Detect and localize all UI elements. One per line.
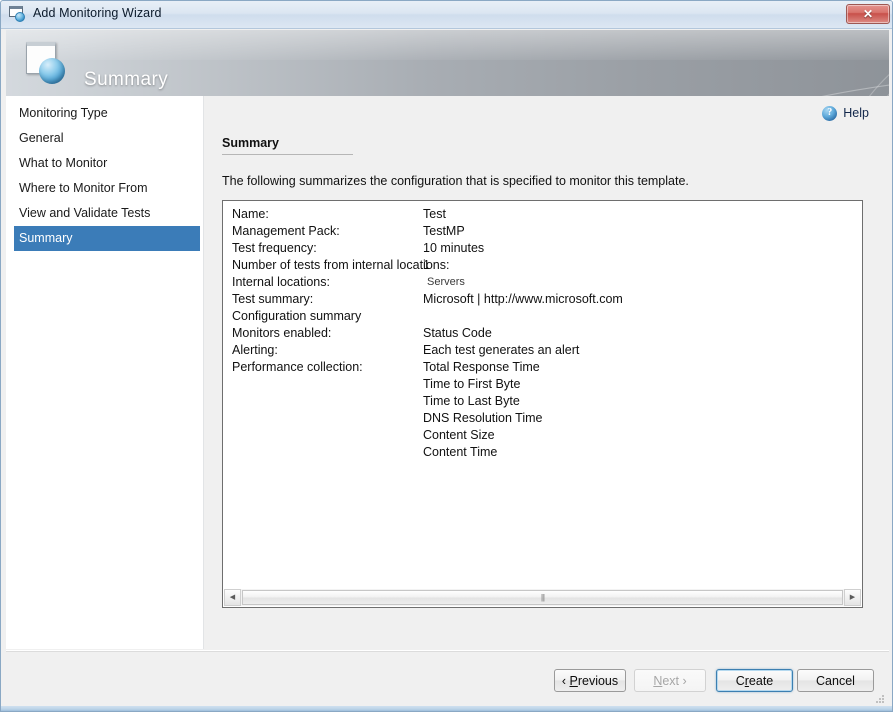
summary-row-value: Content Time (423, 445, 498, 459)
scrollbar-thumb[interactable]: ||| (242, 590, 843, 605)
next-button-label: Next › (653, 673, 687, 688)
help-icon: ? (822, 105, 838, 121)
summary-row-value: TestMP (423, 224, 465, 238)
summary-row-label: Alerting: (232, 343, 278, 357)
summary-row: DNS Resolution Time (223, 410, 862, 427)
summary-row-value: Time to Last Byte (423, 394, 520, 408)
help-link[interactable]: ? Help (822, 104, 869, 122)
summary-row: Internal locations: Servers (223, 274, 862, 291)
page-title: Summary (84, 69, 169, 90)
scrollbar-track[interactable]: ||| (241, 589, 844, 606)
summary-row-value: Servers (427, 276, 465, 288)
window-globe-icon (9, 6, 27, 23)
horizontal-scrollbar[interactable]: ◀ ||| ▶ (224, 589, 861, 606)
summary-row-list: Name: Test Management Pack: TestMP Test freq… (223, 206, 862, 461)
sidebar-item-label: Monitoring Type (19, 106, 108, 120)
grip-icon: ||| (540, 592, 545, 602)
summary-row-value: DNS Resolution Time (423, 411, 543, 425)
summary-row: Name: Test (223, 206, 862, 223)
scroll-left-button[interactable]: ◀ (224, 589, 241, 606)
sidebar-item-label: Where to Monitor From (19, 181, 148, 195)
sidebar-item-general[interactable]: General (14, 126, 198, 151)
help-label: Help (843, 106, 869, 120)
previous-button[interactable]: ‹ Previous (554, 669, 626, 692)
section-heading: Summary (222, 136, 279, 150)
window-bottom-edge (1, 706, 892, 711)
summary-row-value: Each test generates an alert (423, 343, 580, 357)
sidebar-item-summary[interactable]: Summary (14, 226, 200, 251)
wizard-footer: ‹ Previous Next › Create Cancel (6, 650, 889, 708)
summary-row: Monitors enabled: Status Code (223, 325, 862, 342)
intro-text: The following summarizes the configurati… (222, 174, 689, 188)
summary-row-label: Management Pack: (232, 224, 340, 238)
cancel-button-label: Cancel (816, 673, 855, 688)
chevron-right-icon: ▶ (849, 594, 856, 601)
summary-row-value: Content Size (423, 428, 495, 442)
summary-row-label: Configuration summary (232, 309, 362, 323)
previous-button-label: ‹ Previous (561, 673, 619, 688)
summary-row: Time to First Byte (223, 376, 862, 393)
close-button[interactable]: ✕ (846, 4, 890, 24)
summary-row: Content Size (223, 427, 862, 444)
next-button[interactable]: Next › (634, 669, 706, 692)
summary-row-value: 10 minutes (423, 241, 485, 255)
sidebar-item-label: General (19, 131, 64, 145)
summary-row: Time to Last Byte (223, 393, 862, 410)
summary-row-value: Time to First Byte (423, 377, 521, 391)
content-pane: ? Help Summary The following summarizes … (205, 96, 889, 649)
wizard-window: Add Monitoring Wizard ✕ Summary Monitori… (0, 0, 893, 712)
summary-row-value: 1 (423, 258, 430, 272)
create-button-label: Create (735, 673, 774, 688)
summary-row-value: Test (423, 207, 446, 221)
footer-divider (6, 651, 889, 652)
summary-row-value: Microsoft | http://www.microsoft.com (423, 292, 623, 306)
title-bar: Add Monitoring Wizard ✕ (1, 1, 892, 29)
summary-row: Management Pack: TestMP (223, 223, 862, 240)
wizard-header-banner: Summary (6, 30, 889, 96)
summary-row-label: Test frequency: (232, 241, 317, 255)
summary-row: Content Time (223, 444, 862, 461)
resize-grip-icon[interactable] (873, 692, 885, 704)
sidebar-item-label: Summary (19, 231, 73, 245)
summary-row-label: Name: (232, 207, 269, 221)
sidebar-item-view-and-validate-tests[interactable]: View and Validate Tests (14, 201, 198, 226)
wizard-step-list: Monitoring Type General What to Monitor … (6, 96, 204, 649)
summary-row: Test summary: Microsoft | http://www.micr… (223, 291, 862, 308)
summary-row: Number of tests from internal locations:… (223, 257, 862, 274)
summary-row-label: Internal locations: (232, 275, 330, 289)
sidebar-item-label: What to Monitor (19, 156, 108, 170)
summary-row: Alerting: Each test generates an alert (223, 342, 862, 359)
summary-row-label: Monitors enabled: (232, 326, 332, 340)
scroll-right-button[interactable]: ▶ (844, 589, 861, 606)
summary-row: Test frequency: 10 minutes (223, 240, 862, 257)
sidebar-item-what-to-monitor[interactable]: What to Monitor (14, 151, 198, 176)
summary-row-label: Performance collection: (232, 360, 363, 374)
cancel-button[interactable]: Cancel (797, 669, 874, 692)
sidebar-item-where-to-monitor-from[interactable]: Where to Monitor From (14, 176, 198, 201)
summary-row-label: Number of tests from internal locations: (232, 258, 450, 272)
sidebar-item-monitoring-type[interactable]: Monitoring Type (14, 101, 198, 126)
sidebar-item-label: View and Validate Tests (19, 206, 151, 220)
summary-panel: Name: Test Management Pack: TestMP Test freq… (222, 200, 863, 608)
summary-row: Performance collection: Total Response Ti… (223, 359, 862, 376)
summary-row-label: Test summary: (232, 292, 314, 306)
summary-row-value: Total Response Time (423, 360, 540, 374)
window-title: Add Monitoring Wizard (33, 6, 162, 20)
section-divider (222, 154, 353, 155)
close-icon: ✕ (862, 7, 874, 21)
globe-grid-decoration (821, 73, 889, 96)
chevron-left-icon: ◀ (229, 594, 236, 601)
page-globe-icon (23, 40, 67, 86)
summary-row: Configuration summary (223, 308, 862, 325)
summary-row-value: Status Code (423, 326, 492, 340)
create-button[interactable]: Create (716, 669, 793, 692)
